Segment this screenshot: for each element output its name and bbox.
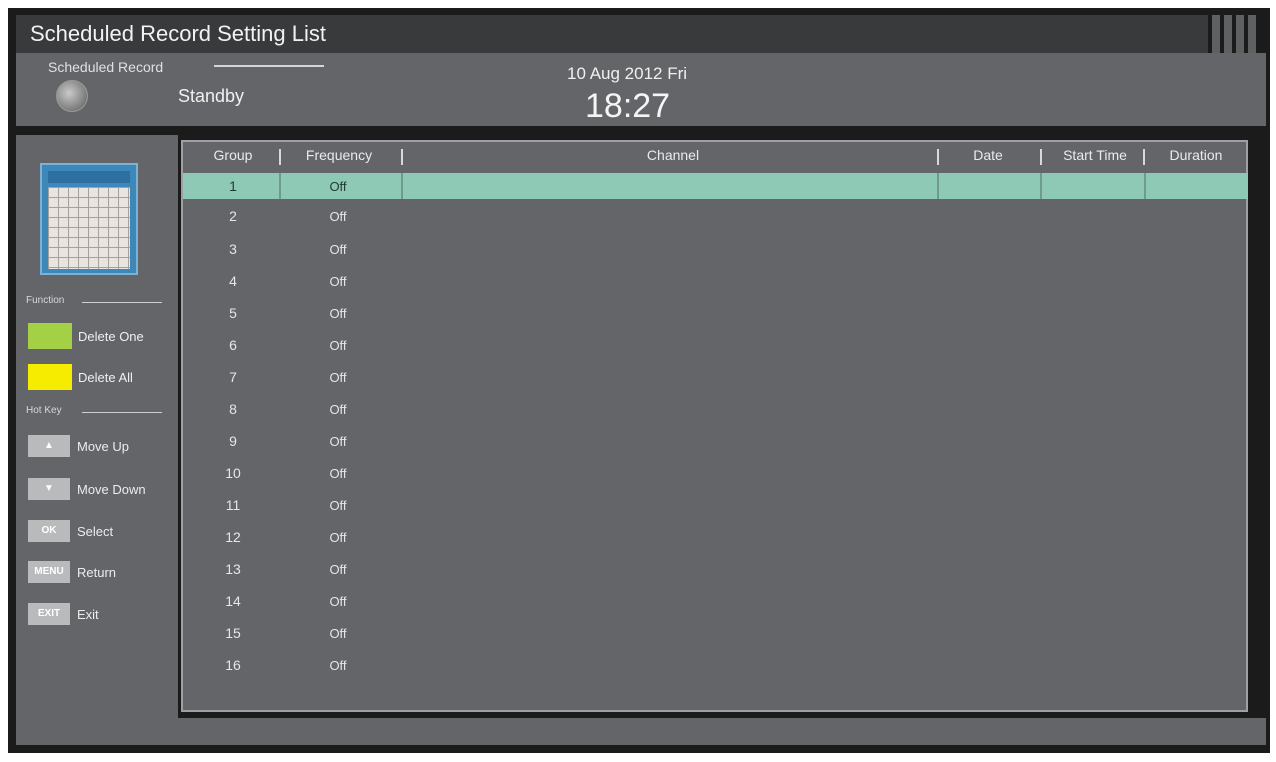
column-separator (401, 149, 403, 165)
frequency-value: Off (329, 179, 347, 194)
frequency-value: Off (329, 530, 347, 545)
move-down-label: Move Down (77, 482, 146, 497)
select-label: Select (77, 524, 114, 539)
down-arrow-key-icon[interactable]: ▼ (28, 478, 70, 500)
current-time: 18:27 (585, 87, 671, 125)
title-bar: Scheduled Record Setting List (16, 15, 1208, 53)
status-header: Scheduled Record Standby 10 Aug 2012 Fri… (16, 53, 1266, 126)
column-separator (1040, 149, 1042, 165)
current-date: 10 Aug 2012 Fri (567, 64, 688, 83)
scheduled-record-label: Scheduled Record (48, 59, 164, 75)
frequency-value: Off (329, 370, 347, 385)
table-row[interactable]: 6 Off (183, 333, 483, 359)
delete-all-color-key[interactable] (28, 364, 72, 390)
column-separator (279, 149, 281, 165)
frequency-value: Off (329, 274, 347, 289)
table-row[interactable]: 14 Off (183, 589, 483, 615)
frequency-value: Off (329, 209, 347, 224)
column-header-frequency: Frequency (305, 147, 373, 163)
return-label: Return (77, 565, 117, 580)
group-number: 10 (225, 465, 241, 481)
title-decoration (1210, 15, 1260, 53)
table-row[interactable]: 9 Off (183, 429, 483, 455)
record-status-text: Standby (178, 86, 245, 106)
table-row[interactable]: 15 Off (183, 621, 483, 647)
group-number: 14 (225, 593, 241, 609)
frequency-value: Off (329, 658, 347, 673)
table-row[interactable]: 12 Off (183, 525, 483, 551)
up-arrow-key-icon[interactable]: ▲ (28, 435, 70, 457)
table-row[interactable]: 5 Off (183, 301, 483, 327)
column-header-start-time: Start Time (1063, 147, 1127, 163)
group-number: 3 (229, 241, 237, 257)
group-number: 9 (229, 433, 237, 449)
group-number: 13 (225, 561, 241, 577)
frequency-value: Off (329, 402, 347, 417)
move-up-label: Move Up (77, 439, 130, 454)
table-row[interactable]: 3 Off (183, 237, 483, 263)
group-number: 1 (229, 178, 237, 194)
exit-key[interactable]: EXIT (28, 603, 70, 625)
header-divider (214, 65, 324, 67)
schedule-calendar-icon (40, 163, 138, 275)
hotkey-divider (82, 412, 162, 413)
column-separator (1143, 149, 1145, 165)
delete-all-label: Delete All (78, 370, 133, 385)
frequency-value: Off (329, 594, 347, 609)
table-row[interactable]: 8 Off (183, 397, 483, 423)
column-header-channel: Channel (646, 147, 700, 163)
record-status-icon (56, 80, 88, 112)
schedule-table: Group Frequency Channel Date Start Time … (181, 140, 1248, 712)
hotkey-section-label: Hot Key (26, 405, 62, 416)
column-header-group: Group (213, 147, 253, 163)
group-number: 8 (229, 401, 237, 417)
frequency-value: Off (329, 434, 347, 449)
group-number: 2 (229, 208, 237, 224)
table-row[interactable]: 4 Off (183, 269, 483, 295)
delete-one-color-key[interactable] (28, 323, 72, 349)
group-number: 16 (225, 657, 241, 673)
frequency-value: Off (329, 626, 347, 641)
table-row[interactable]: 11 Off (183, 493, 483, 519)
frequency-value: Off (329, 466, 347, 481)
group-number: 4 (229, 273, 237, 289)
column-header-date: Date (973, 147, 1003, 163)
sidebar: Function Delete One Delete All Hot Key ▲… (16, 135, 178, 741)
frequency-value: Off (329, 338, 347, 353)
group-number: 5 (229, 305, 237, 321)
frequency-value: Off (329, 306, 347, 321)
group-number: 6 (229, 337, 237, 353)
function-divider (82, 302, 162, 303)
table-row[interactable]: 10 Off (183, 461, 483, 487)
frequency-value: Off (329, 242, 347, 257)
group-number: 12 (225, 529, 241, 545)
table-row[interactable]: 1 Off (183, 174, 483, 200)
group-number: 15 (225, 625, 241, 641)
exit-label: Exit (77, 607, 99, 622)
ok-key[interactable]: OK (28, 520, 70, 542)
function-section-label: Function (26, 295, 65, 306)
frequency-value: Off (329, 498, 347, 513)
table-row[interactable]: 7 Off (183, 365, 483, 391)
table-row[interactable]: 16 Off (183, 653, 483, 679)
group-number: 7 (229, 369, 237, 385)
column-separator (937, 149, 939, 165)
table-row[interactable]: 2 Off (183, 204, 483, 230)
table-row[interactable]: 13 Off (183, 557, 483, 583)
window-title: Scheduled Record Setting List (30, 21, 326, 46)
menu-key[interactable]: MENU (28, 561, 70, 583)
delete-one-label: Delete One (78, 329, 144, 344)
frequency-value: Off (329, 562, 347, 577)
bottom-bar (16, 718, 1266, 745)
column-header-duration: Duration (1169, 147, 1223, 163)
group-number: 11 (225, 497, 241, 513)
